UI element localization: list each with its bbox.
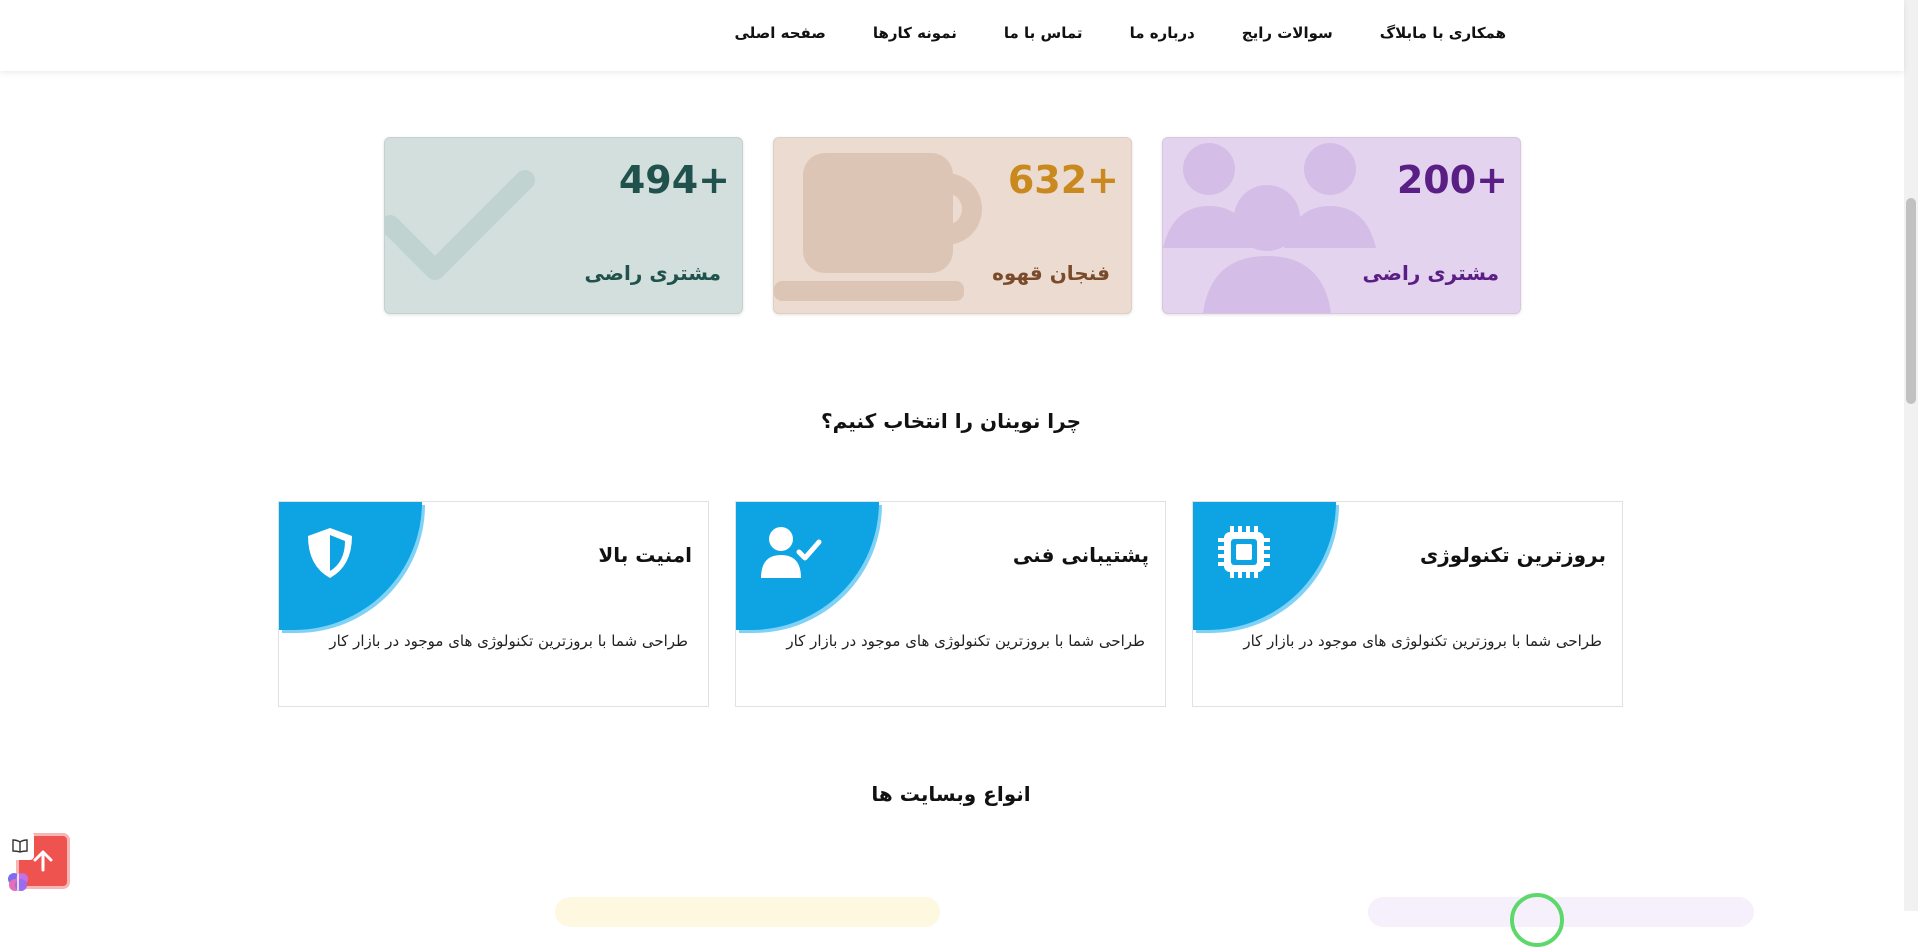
cpu-chip-icon bbox=[1218, 526, 1270, 578]
feature-description: طراحی شما با بروزترین تکنولوژی های موجود… bbox=[329, 632, 688, 650]
main-nav: صفحه اصلی نمونه کارها تماس با ما درباره … bbox=[687, 24, 1506, 42]
stat-value: 200+ bbox=[1396, 158, 1508, 202]
feature-title: امنیت بالا bbox=[598, 543, 692, 567]
stat-value: 632+ bbox=[1007, 158, 1119, 202]
page-scrollbar[interactable] bbox=[1904, 0, 1918, 911]
stat-card-coffee: 632+ فنجان قهوه bbox=[773, 137, 1132, 314]
checkmark-icon bbox=[385, 170, 535, 280]
nav-cooperation[interactable]: همکاری با ما bbox=[1412, 24, 1506, 42]
stat-label: مشتری راضی bbox=[1362, 261, 1499, 285]
feature-badge bbox=[279, 502, 422, 630]
feature-badge bbox=[1193, 502, 1336, 630]
stat-label: مشتری راضی bbox=[584, 261, 721, 285]
types-section-title: انواع وبسایت ها bbox=[871, 782, 1031, 806]
shield-icon bbox=[308, 528, 352, 578]
users-icon bbox=[1163, 143, 1376, 313]
nav-portfolio[interactable]: نمونه کارها bbox=[873, 24, 957, 42]
stat-card-check: 494+ مشتری راضی bbox=[384, 137, 743, 314]
feature-card-support: پشتیبانی فنی طراحی شما با بروزترین تکنول… bbox=[735, 501, 1166, 707]
feature-card-security: امنیت بالا طراحی شما با بروزترین تکنولوژ… bbox=[278, 501, 709, 707]
stat-value: 494+ bbox=[618, 158, 730, 202]
feature-description: طراحی شما با بروزترین تکنولوژی های موجود… bbox=[1243, 632, 1602, 650]
user-check-icon bbox=[761, 527, 822, 578]
feature-title: بروزترین تکنولوژی bbox=[1419, 543, 1606, 567]
feature-title: پشتیبانی فنی bbox=[1012, 543, 1149, 567]
reader-widget-button[interactable] bbox=[6, 832, 34, 860]
feature-description: طراحی شما با بروزترین تکنولوژی های موجود… bbox=[786, 632, 1145, 650]
book-icon bbox=[12, 839, 28, 853]
why-section-title: چرا نوینان را انتخاب کنیم؟ bbox=[820, 409, 1082, 433]
nav-contact[interactable]: تماس با ما bbox=[1004, 24, 1083, 42]
website-type-card[interactable] bbox=[555, 897, 940, 927]
nav-about[interactable]: درباره ما bbox=[1130, 24, 1195, 42]
nav-blog[interactable]: بلاگ bbox=[1380, 24, 1412, 42]
arrow-up-icon bbox=[33, 850, 53, 872]
feature-badge bbox=[736, 502, 879, 630]
brain-icon bbox=[8, 873, 28, 891]
nav-faq[interactable]: سوالات رایج bbox=[1242, 24, 1333, 42]
site-header: صفحه اصلی نمونه کارها تماس با ما درباره … bbox=[0, 0, 1904, 71]
scrollbar-thumb[interactable] bbox=[1906, 198, 1916, 404]
stat-card-users: 200+ مشتری راضی bbox=[1162, 137, 1521, 314]
nav-home[interactable]: صفحه اصلی bbox=[734, 24, 825, 42]
feature-card-technology: بروزترین تکنولوژی طراحی شما با بروزترین … bbox=[1192, 501, 1623, 707]
ai-assistant-button[interactable] bbox=[6, 870, 34, 898]
website-type-icon-ring bbox=[1510, 893, 1564, 947]
stat-label: فنجان قهوه bbox=[992, 261, 1110, 285]
coffee-cup-icon bbox=[774, 153, 982, 301]
